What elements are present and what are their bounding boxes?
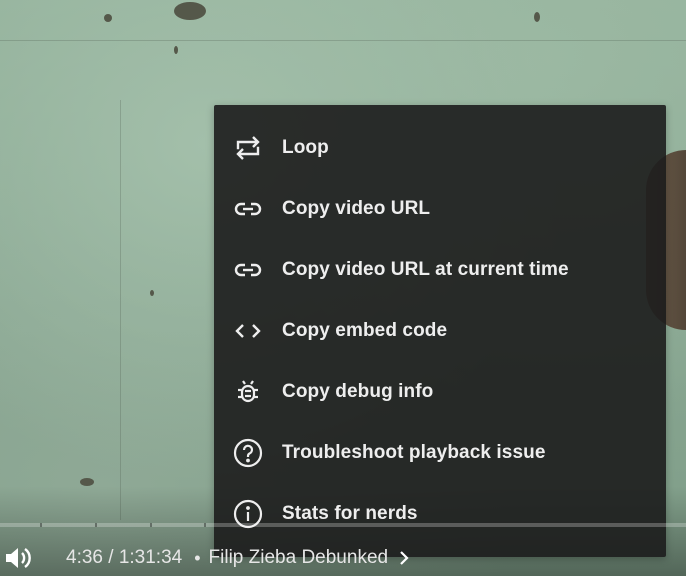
wall-crack xyxy=(120,100,121,520)
link-icon xyxy=(232,193,264,225)
menu-item-stats-for-nerds[interactable]: Stats for nerds xyxy=(214,483,666,544)
menu-item-loop[interactable]: Loop xyxy=(214,117,666,178)
wall-stain xyxy=(104,14,112,22)
wall-stain xyxy=(174,2,206,20)
wall-stain xyxy=(150,290,154,296)
chapter-marker xyxy=(95,523,97,527)
menu-item-label: Copy debug info xyxy=(282,380,434,402)
chapter-marker xyxy=(40,523,42,527)
volume-button[interactable] xyxy=(0,540,40,576)
player-controls: 4:36 / 1:31:34 • Filip Zieba Debunked xyxy=(0,540,686,576)
bug-icon xyxy=(232,376,264,408)
menu-item-label: Loop xyxy=(282,136,329,158)
volume-icon xyxy=(2,540,38,576)
link-time-icon xyxy=(232,254,264,286)
menu-item-label: Copy video URL xyxy=(282,197,431,219)
menu-item-label: Copy video URL at current time xyxy=(282,258,569,280)
menu-item-copy-embed-code[interactable]: Copy embed code xyxy=(214,300,666,361)
menu-item-troubleshoot[interactable]: Troubleshoot playback issue xyxy=(214,422,666,483)
menu-item-copy-video-url-time[interactable]: Copy video URL at current time xyxy=(214,239,666,300)
time-display: 4:36 / 1:31:34 xyxy=(66,547,183,568)
loop-icon xyxy=(232,132,264,164)
wall-stain xyxy=(174,46,178,54)
context-menu: Loop Copy video URL Copy video URL at cu… xyxy=(214,105,666,557)
wall-stain xyxy=(534,12,540,22)
menu-item-copy-video-url[interactable]: Copy video URL xyxy=(214,178,666,239)
menu-item-label: Copy embed code xyxy=(282,319,448,341)
chapter-marker xyxy=(150,523,152,527)
menu-item-label: Stats for nerds xyxy=(282,502,418,524)
menu-item-label: Troubleshoot playback issue xyxy=(282,441,546,463)
chapter-marker xyxy=(204,523,206,527)
menu-item-copy-debug-info[interactable]: Copy debug info xyxy=(214,361,666,422)
embed-code-icon xyxy=(232,315,264,347)
help-circle-icon xyxy=(232,437,264,469)
progress-bar[interactable] xyxy=(0,523,686,527)
chapter-separator: • xyxy=(194,547,201,568)
chapter-title[interactable]: Filip Zieba Debunked xyxy=(209,547,389,569)
wall-crack xyxy=(0,40,686,41)
wall-stain xyxy=(80,478,94,486)
chevron-right-icon[interactable] xyxy=(396,550,412,566)
